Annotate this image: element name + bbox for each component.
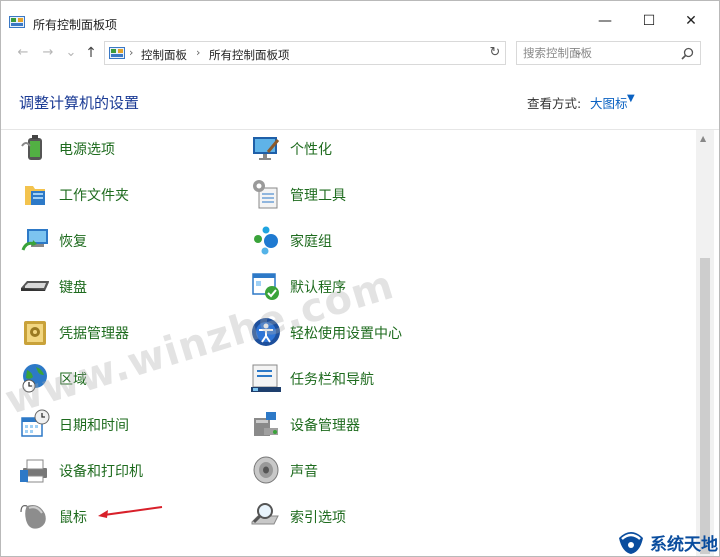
breadcrumb-separator: ›: [129, 46, 134, 59]
refresh-button[interactable]: ↻: [485, 42, 505, 64]
title-bar[interactable]: 所有控制面板项 — ☐ ✕: [1, 1, 719, 37]
brand-logo: 系统天地: [616, 526, 720, 556]
mouse-icon: [20, 505, 46, 529]
brand-emblem-icon: [619, 532, 643, 554]
credential-manager-icon: [24, 321, 46, 345]
address-bar[interactable]: › 控制面板 › 所有控制面板项 ⌄: [104, 41, 583, 65]
item-label: 工作文件夹: [59, 188, 129, 204]
item-label: 鼠标: [59, 510, 87, 526]
chevron-down-icon[interactable]: ▼: [627, 93, 635, 104]
control-panel-icon: [109, 47, 125, 59]
back-button[interactable]: ←: [15, 44, 31, 62]
item-label: 设备和打印机: [59, 464, 143, 480]
item-label: 家庭组: [290, 234, 332, 250]
admin-tools-icon: [253, 180, 278, 209]
maximize-button[interactable]: ☐: [634, 11, 664, 31]
minimize-button[interactable]: —: [590, 11, 620, 31]
item-label: 声音: [290, 464, 318, 480]
item-label: 电源选项: [59, 142, 115, 158]
devices-printers-icon: [20, 459, 47, 483]
navigation-bar: ← → ⌄ ↑ › 控制面板 › 所有控制面板项 ⌄ ↻: [1, 41, 719, 67]
device-manager-icon: [254, 412, 278, 436]
window-title: 所有控制面板项: [33, 18, 118, 32]
brand-text: 系统天地: [650, 535, 718, 555]
search-box: [516, 41, 701, 65]
scrollbar-thumb[interactable]: [700, 258, 710, 554]
close-button[interactable]: ✕: [676, 11, 706, 31]
vertical-scrollbar[interactable]: ▲: [696, 130, 714, 556]
breadcrumb-separator: ›: [196, 46, 201, 59]
item-label: 索引选项: [290, 510, 346, 526]
breadcrumb-control-panel[interactable]: 控制面板: [141, 47, 187, 63]
sound-icon: [253, 456, 279, 484]
view-by-selector[interactable]: 大图标: [590, 93, 628, 112]
up-button[interactable]: ↑: [83, 44, 99, 62]
search-icon[interactable]: [681, 47, 694, 60]
recent-locations-button[interactable]: ⌄: [63, 44, 79, 62]
search-input[interactable]: [523, 45, 673, 61]
forward-button[interactable]: →: [40, 44, 56, 62]
header-divider: [1, 129, 719, 130]
indexing-options-icon: [251, 503, 279, 525]
personalization-icon: [253, 137, 280, 160]
view-by-label: 查看方式:: [527, 96, 582, 111]
item-label: 设备管理器: [290, 418, 360, 434]
homegroup-icon: [254, 226, 278, 255]
item-label: 个性化: [290, 142, 332, 158]
work-folders-icon: [25, 186, 45, 205]
page-title: 调整计算机的设置: [19, 94, 140, 112]
annotation-arrow: [98, 506, 163, 518]
item-label: 任务栏和导航: [290, 372, 374, 388]
power-options-icon: [21, 135, 42, 160]
item-label: 键盘: [59, 280, 87, 296]
item-label: 管理工具: [290, 188, 346, 204]
taskbar-navigation-icon: [251, 364, 281, 392]
keyboard-icon: [21, 281, 49, 291]
item-label: 恢复: [59, 234, 87, 250]
recovery-icon: [21, 229, 48, 251]
breadcrumb-all-items[interactable]: 所有控制面板项: [209, 47, 290, 63]
scroll-up-icon[interactable]: ▲: [700, 134, 706, 143]
control-panel-app-icon: [9, 16, 25, 28]
item-label: 凭据管理器: [59, 326, 129, 342]
item-label: 日期和时间: [59, 418, 129, 434]
